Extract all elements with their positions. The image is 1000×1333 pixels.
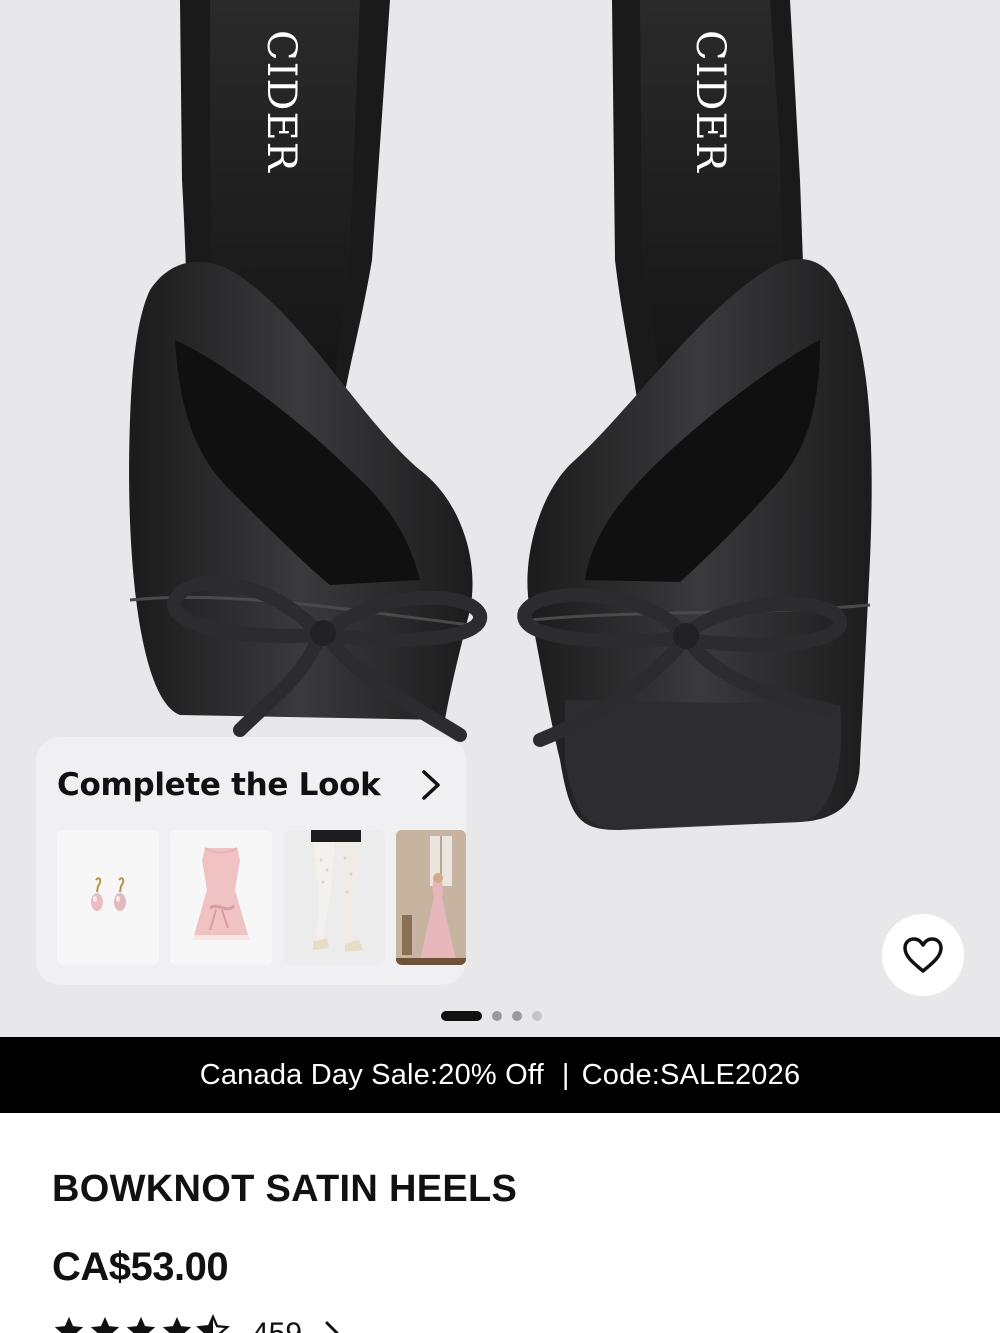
promo-separator: |: [561, 1058, 570, 1091]
gown-thumbnail: [396, 830, 466, 965]
star-full-icon: [162, 1316, 192, 1333]
image-pager: [441, 1010, 542, 1022]
chevron-right-icon: [325, 1321, 339, 1333]
complete-the-look-header[interactable]: Complete the Look: [57, 765, 444, 805]
rating-row[interactable]: 459: [52, 1314, 342, 1333]
star-half-icon: [196, 1314, 230, 1333]
star-full-icon: [126, 1316, 156, 1333]
complete-the-look-card: Complete the Look: [36, 737, 466, 985]
pager-dot-1[interactable]: [441, 1011, 482, 1021]
product-price: CA$53.00: [52, 1245, 229, 1289]
brand-mark-right: CIDER: [687, 30, 733, 174]
look-item-tights[interactable]: [283, 830, 385, 965]
dress-thumbnail: [170, 830, 272, 965]
look-item-list: [57, 830, 466, 965]
star-full-icon: [54, 1316, 84, 1333]
review-count: 459: [252, 1317, 302, 1333]
product-image-gallery[interactable]: CIDER CIDER Complete the Look: [0, 0, 1000, 1037]
heart-outline-icon: [903, 937, 943, 973]
look-item-earrings[interactable]: [57, 830, 159, 965]
promo-banner[interactable]: Canada Day Sale:20% Off | Code:SALE2026: [0, 1037, 1000, 1113]
look-item-gown[interactable]: [396, 830, 466, 965]
earrings-thumbnail: [57, 830, 159, 965]
pager-dot-4[interactable]: [532, 1011, 542, 1021]
favorite-button[interactable]: [882, 914, 964, 996]
complete-the-look-title: Complete the Look: [57, 767, 381, 803]
pager-dot-2[interactable]: [492, 1011, 502, 1021]
star-full-icon: [90, 1316, 120, 1333]
look-item-dress[interactable]: [170, 830, 272, 965]
pager-dot-3[interactable]: [512, 1011, 522, 1021]
tights-thumbnail: [283, 830, 385, 965]
product-title: BOWKNOT SATIN HEELS: [52, 1168, 518, 1210]
brand-mark-left: CIDER: [258, 30, 304, 174]
promo-code: Code:SALE2026: [581, 1058, 801, 1091]
chevron-right-icon: [422, 770, 440, 800]
product-page: CIDER CIDER Complete the Look Canada Day…: [0, 0, 1000, 1333]
promo-text: Canada Day Sale:20% Off: [199, 1058, 544, 1091]
